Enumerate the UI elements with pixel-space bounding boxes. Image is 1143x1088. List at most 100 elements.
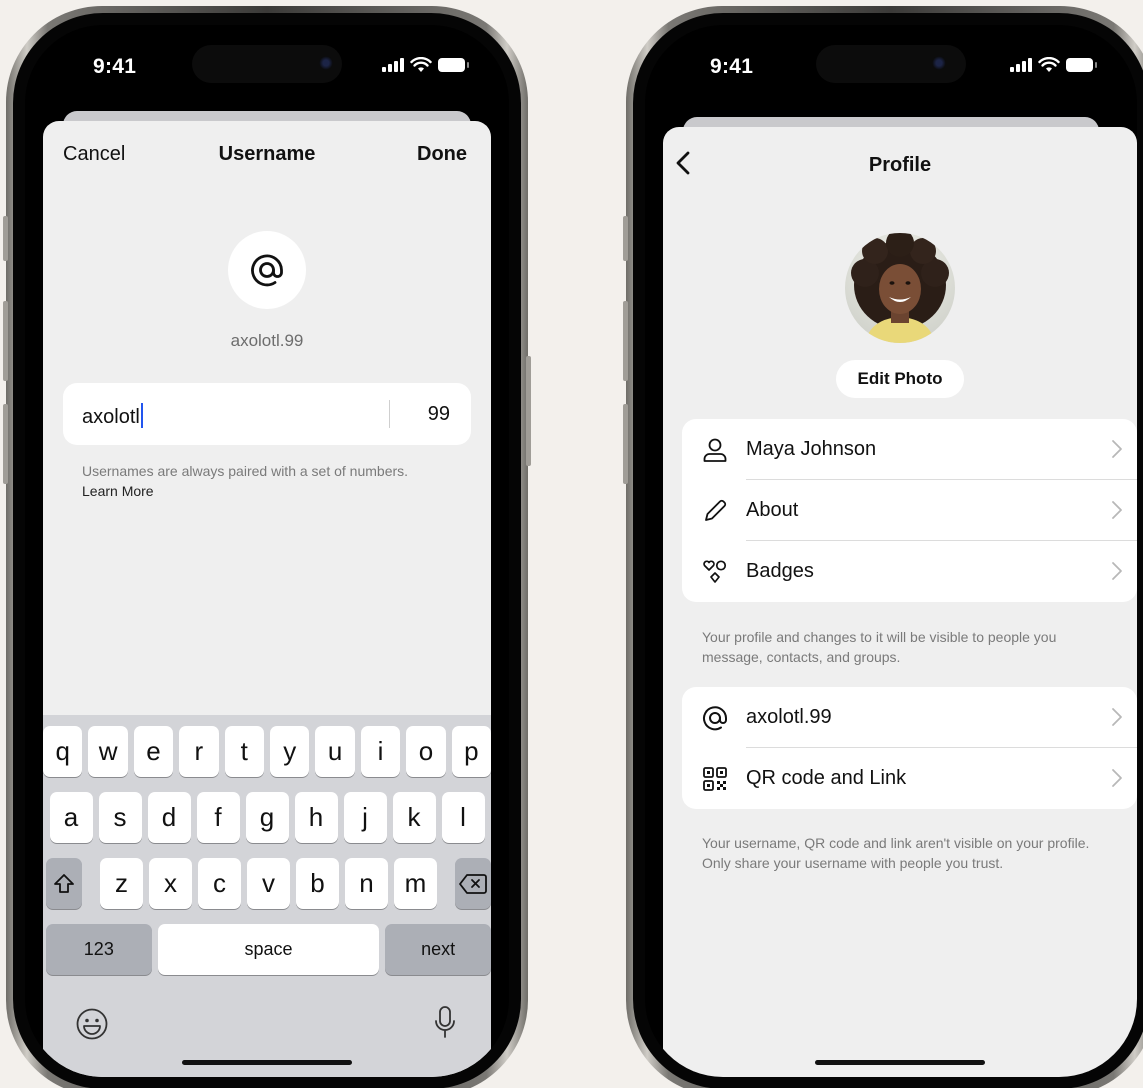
status-bar: 9:41 xyxy=(25,25,509,83)
volume-up-button xyxy=(3,301,8,381)
username-display: axolotl.99 xyxy=(230,331,304,350)
profile-row-about[interactable]: About xyxy=(682,480,1137,541)
key-x[interactable]: x xyxy=(149,858,192,909)
row-label: axolotl.99 xyxy=(746,706,832,728)
qr-code-row[interactable]: QR code and Link xyxy=(682,748,1137,809)
shift-icon xyxy=(54,873,74,893)
left-phone-frame: 9:41 Cancel Username Done axolotl.99 axo… xyxy=(3,6,531,1088)
keyboard-row-1: qwertyuiop xyxy=(43,726,491,777)
space-key[interactable]: space xyxy=(157,924,380,975)
page-title: Profile xyxy=(868,154,932,176)
badges-icon xyxy=(703,560,727,583)
key-f[interactable]: f xyxy=(196,792,240,843)
text-cursor xyxy=(140,403,143,428)
next-key[interactable]: next xyxy=(385,924,491,975)
keyboard-row-3: zxcvbnm xyxy=(43,858,491,909)
hint-text: Usernames are always paired with a set o… xyxy=(82,463,409,479)
volume-down-button xyxy=(623,404,628,484)
status-time: 9:41 xyxy=(710,55,754,78)
key-r[interactable]: r xyxy=(179,726,219,777)
chevron-right-icon xyxy=(1112,440,1122,458)
profile-card: Maya Johnson About Badges xyxy=(682,419,1137,602)
username-sheet: Cancel Username Done axolotl.99 axolotl … xyxy=(43,121,491,1077)
key-b[interactable]: b xyxy=(296,858,339,909)
keyboard-row-4: 123 space next xyxy=(43,924,491,975)
key-i[interactable]: i xyxy=(360,726,401,777)
nav-bar: Cancel Username Done xyxy=(43,121,491,187)
row-label: About xyxy=(746,499,799,521)
edit-photo-button[interactable]: Edit Photo xyxy=(836,360,964,398)
at-icon xyxy=(228,231,306,309)
key-z[interactable]: z xyxy=(100,858,143,909)
key-q[interactable]: q xyxy=(43,726,83,777)
profile-row-badges[interactable]: Badges xyxy=(682,541,1137,602)
username-row[interactable]: axolotl.99 xyxy=(682,687,1137,748)
microphone-icon[interactable] xyxy=(433,1005,457,1041)
key-p[interactable]: p xyxy=(451,726,491,777)
chevron-right-icon xyxy=(1112,501,1122,519)
key-e[interactable]: e xyxy=(133,726,174,777)
delete-icon xyxy=(459,873,487,894)
chevron-right-icon xyxy=(1112,769,1122,787)
key-a[interactable]: a xyxy=(49,792,93,843)
field-divider xyxy=(389,400,390,428)
username-hint: Usernames are always paired with a set o… xyxy=(82,461,471,501)
signal-icon xyxy=(382,58,404,72)
key-k[interactable]: k xyxy=(392,792,436,843)
battery-icon xyxy=(438,58,469,72)
numbers-key[interactable]: 123 xyxy=(46,924,152,975)
nav-bar: Profile xyxy=(663,127,1137,193)
profile-row-name[interactable]: Maya Johnson xyxy=(682,419,1137,480)
volume-down-button xyxy=(3,404,8,484)
row-label: Maya Johnson xyxy=(746,438,877,460)
key-y[interactable]: y xyxy=(270,726,310,777)
username-note: Your username, QR code and link aren't v… xyxy=(702,835,1090,871)
key-s[interactable]: s xyxy=(98,792,142,843)
avatar[interactable] xyxy=(845,233,955,343)
status-bar: 9:41 xyxy=(645,25,1137,83)
profile-photo xyxy=(851,233,949,343)
username-card: axolotl.99 QR code and Link xyxy=(682,687,1137,809)
shift-key[interactable] xyxy=(46,858,82,909)
key-m[interactable]: m xyxy=(394,858,437,909)
key-o[interactable]: o xyxy=(406,726,446,777)
home-indicator xyxy=(182,1060,352,1065)
keyboard: qwertyuiop asdfghjkl zxcvbnm 123 space n… xyxy=(43,715,491,1077)
action-button xyxy=(623,216,628,261)
key-n[interactable]: n xyxy=(345,858,388,909)
key-c[interactable]: c xyxy=(198,858,241,909)
right-screen: 9:41 Profile Edit Photo Maya Johnson Abo… xyxy=(645,25,1137,1077)
username-field[interactable]: axolotl 99 xyxy=(63,383,471,445)
key-g[interactable]: g xyxy=(245,792,289,843)
battery-icon xyxy=(1066,58,1097,72)
done-button[interactable]: Done xyxy=(417,143,467,166)
wifi-icon xyxy=(1038,57,1060,72)
key-u[interactable]: u xyxy=(315,726,355,777)
left-screen: 9:41 Cancel Username Done axolotl.99 axo… xyxy=(25,25,509,1077)
action-button xyxy=(3,216,8,261)
profile-note: Your profile and changes to it will be v… xyxy=(702,629,1057,665)
key-v[interactable]: v xyxy=(247,858,290,909)
username-number: 99 xyxy=(427,403,450,425)
power-button xyxy=(526,356,531,466)
key-h[interactable]: h xyxy=(294,792,338,843)
key-w[interactable]: w xyxy=(88,726,128,777)
chevron-right-icon xyxy=(1112,562,1122,580)
status-time: 9:41 xyxy=(93,55,137,78)
delete-key[interactable] xyxy=(455,858,491,909)
key-t[interactable]: t xyxy=(224,726,264,777)
right-phone-frame: 9:41 Profile Edit Photo Maya Johnson Abo… xyxy=(623,6,1143,1088)
username-input[interactable]: axolotl xyxy=(82,403,143,429)
key-l[interactable]: l xyxy=(441,792,485,843)
row-label: QR code and Link xyxy=(746,767,907,789)
signal-icon xyxy=(1010,58,1032,72)
key-j[interactable]: j xyxy=(343,792,387,843)
key-d[interactable]: d xyxy=(147,792,191,843)
emoji-icon[interactable] xyxy=(75,1007,109,1041)
learn-more-link[interactable]: Learn More xyxy=(82,481,471,501)
profile-sheet: Profile Edit Photo Maya Johnson About Ba… xyxy=(663,127,1137,1077)
wifi-icon xyxy=(410,57,432,72)
at-icon xyxy=(703,706,727,731)
camera-icon xyxy=(319,56,333,70)
home-indicator xyxy=(815,1060,985,1065)
